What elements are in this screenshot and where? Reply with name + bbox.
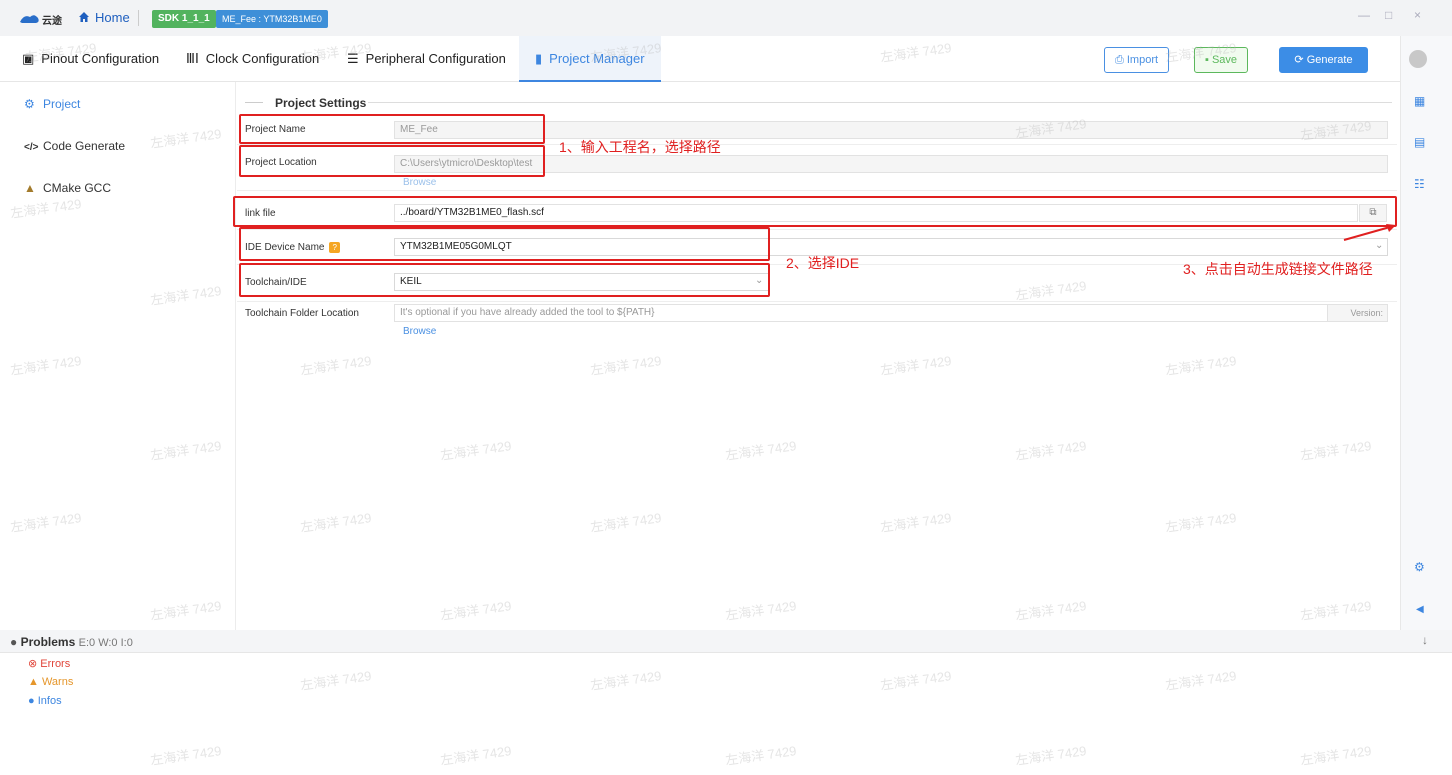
problems-title[interactable]: ● Problems E:0 W:0 I:0: [10, 635, 133, 649]
info-icon: ●: [10, 635, 18, 649]
home-link[interactable]: Home: [79, 10, 130, 25]
annotation-box-ide-device: [239, 227, 770, 261]
import-button[interactable]: ⎙ Import: [1104, 47, 1170, 73]
problems-infos[interactable]: ● Infos: [28, 695, 62, 707]
save-icon: ▪: [1205, 54, 1212, 66]
annotation-arrow-icon: [1343, 224, 1396, 241]
sidebar-item-label: CMake GCC: [43, 181, 112, 195]
info-icon: ●: [28, 695, 35, 707]
project-icon: ▮: [535, 51, 543, 66]
tab-label: Project Manager: [549, 51, 645, 66]
sidebar-item-cmake-gcc[interactable]: ▲ CMake GCC: [24, 181, 111, 195]
sliders-icon[interactable]: ☷: [1414, 177, 1425, 191]
document-icon[interactable]: ▤: [1414, 135, 1425, 149]
tab-pinout-configuration[interactable]: ▣ Pinout Configuration: [22, 36, 159, 82]
peripheral-icon: ☰: [347, 51, 359, 66]
avatar[interactable]: [1409, 50, 1427, 68]
problems-header: [0, 630, 1452, 653]
right-rail: [1400, 36, 1452, 630]
sidebar-item-code-generate[interactable]: </> Code Generate: [24, 139, 125, 153]
error-icon: ⊗: [28, 658, 38, 670]
logo-text: 云途: [42, 16, 62, 27]
tab-label: Clock Configuration: [205, 51, 320, 66]
chip-icon: ▣: [22, 51, 35, 66]
section-title: Project Settings: [275, 96, 367, 110]
sidebar-item-label: Project: [43, 97, 81, 111]
tab-label: Peripheral Configuration: [365, 51, 506, 66]
annotation-box-toolchain: [239, 263, 770, 297]
annotation-box-link-file: [233, 196, 1397, 227]
sdk-badge[interactable]: SDK 1_1_1: [152, 10, 216, 28]
problems-errors[interactable]: ⊗ Errors: [28, 657, 70, 670]
section-divider: [245, 102, 263, 103]
cloud-logo-icon: [20, 15, 39, 23]
tab-clock-configuration[interactable]: ⅢⅠ Clock Configuration: [186, 36, 319, 82]
sidebar: [0, 82, 236, 630]
home-label: Home: [95, 10, 130, 25]
annotation-box-project-name: [239, 114, 545, 144]
arrow-down-icon[interactable]: ↓: [1422, 633, 1428, 647]
tab-peripheral-configuration[interactable]: ☰ Peripheral Configuration: [347, 36, 506, 82]
annotation-box-project-location: [239, 145, 545, 177]
tab-label: Pinout Configuration: [41, 51, 160, 66]
home-icon: [79, 12, 89, 22]
import-icon: ⎙: [1115, 54, 1127, 66]
clock-wave-icon: ⅢⅠ: [186, 51, 199, 66]
sidebar-item-project[interactable]: ⚙ Project: [24, 97, 80, 111]
annotation-step1: 1、输入工程名，选择路径: [559, 139, 721, 155]
annotation-step2: 2、选择IDE: [786, 255, 860, 271]
problems-counts: E:0 W:0 I:0: [78, 637, 133, 649]
close-button[interactable]: ×: [1414, 8, 1421, 22]
settings-icon[interactable]: ⚙: [1414, 560, 1425, 574]
app-logo: 云途: [18, 11, 66, 27]
warning-icon: ▲: [28, 676, 39, 688]
generate-button[interactable]: ⟳ Generate: [1279, 47, 1368, 73]
toolchain-folder-browse[interactable]: Browse: [403, 326, 436, 337]
maximize-button[interactable]: □: [1385, 8, 1392, 22]
collapse-left-icon[interactable]: ◀: [1416, 604, 1424, 615]
sidebar-item-label: Code Generate: [43, 139, 126, 153]
gear-icon: ⚙: [24, 97, 35, 111]
minimize-button[interactable]: —: [1358, 8, 1370, 22]
cmake-icon: ▲: [24, 181, 36, 195]
toolchain-folder-input[interactable]: It's optional if you have already added …: [394, 304, 1328, 322]
version-field: Version:: [1327, 304, 1388, 322]
generate-icon: ⟳: [1294, 54, 1307, 66]
code-icon: </>: [24, 142, 39, 153]
section-divider: [368, 102, 1392, 103]
save-button[interactable]: ▪ Save: [1194, 47, 1249, 73]
tab-project-manager[interactable]: ▮ Project Manager: [519, 36, 661, 82]
toolchain-folder-label: Toolchain Folder Location: [245, 308, 359, 319]
annotation-step3: 3、点击自动生成链接文件路径: [1183, 261, 1373, 277]
project-location-browse[interactable]: Browse: [403, 177, 436, 188]
grid-icon[interactable]: ▦: [1414, 94, 1425, 108]
problems-warns[interactable]: ▲ Warns: [28, 676, 73, 688]
project-badge[interactable]: ME_Fee : YTM32B1ME0: [216, 10, 328, 28]
title-divider: [138, 10, 139, 26]
